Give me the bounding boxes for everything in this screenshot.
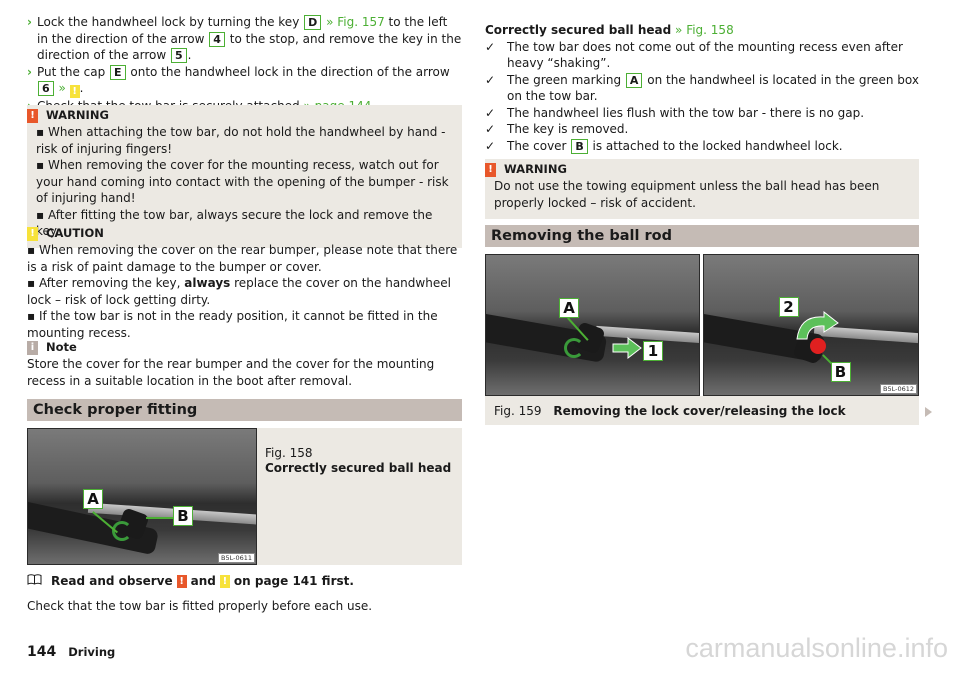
info-icon: i: [27, 340, 38, 355]
warning-title: WARNING: [504, 162, 567, 177]
caution-item: ▪ When removing the cover on the rear bu…: [27, 243, 458, 274]
warning-icon: !: [485, 162, 496, 177]
warning-title: WARNING: [46, 108, 109, 123]
figure-caption: Correctly secured ball head: [265, 461, 452, 475]
note-block: i Note Store the cover for the rear bump…: [27, 339, 462, 389]
warning-text: Do not use the towing equipment unless t…: [494, 179, 880, 210]
green-curved-arrow-icon: [794, 310, 840, 346]
checklist-item: ✓ The cover B is attached to the locked h…: [485, 138, 843, 154]
continue-arrow-icon[interactable]: [925, 407, 932, 417]
book-icon: [27, 573, 43, 590]
callout-box-6: 6: [38, 81, 54, 96]
caution-icon: !: [27, 226, 38, 241]
warning-box-right: ! WARNING Do not use the towing equipmen…: [485, 159, 919, 219]
warning-item: ▪ When attaching the tow bar, do not hol…: [36, 125, 446, 156]
warning-icon: !: [176, 574, 187, 588]
watermark: carmanualsonline.info: [685, 633, 948, 663]
caution-block: ! CAUTION ▪ When removing the cover on t…: [27, 225, 462, 341]
caution-ref-link[interactable]: »: [55, 81, 70, 95]
warning-icon: !: [27, 108, 38, 123]
page-section: Driving: [68, 645, 116, 659]
step-put-cap: › Put the cap E onto the handwheel lock …: [27, 64, 450, 98]
check-list-block: Correctly secured ball head » Fig. 158 ✓…: [485, 22, 919, 154]
image-code: B5L-0611: [218, 553, 255, 563]
section-heading-check-fitting: Check proper fitting: [27, 399, 462, 421]
fig-157-link[interactable]: » Fig. 157: [322, 15, 385, 29]
caution-icon: !: [219, 574, 230, 588]
caution-icon: !: [69, 85, 80, 98]
callout-b: B: [830, 362, 851, 382]
figure-number: Fig. 159: [494, 404, 542, 418]
figure-158-caption: Fig. 158 Correctly secured ball head: [257, 428, 451, 565]
figure-159-image-right: 2 B B5L-0612: [702, 254, 919, 396]
read-observe-line: Read and observe ! and ! on page 141 fir…: [27, 573, 354, 590]
checkmark-icon: ✓: [485, 72, 496, 87]
figure-number: Fig. 158: [265, 446, 313, 460]
callout-1: 1: [643, 341, 663, 361]
green-marking: [564, 338, 584, 358]
step-lock-handwheel: › Lock the handwheel lock by turning the…: [27, 15, 462, 63]
section-heading-removing-ball-rod: Removing the ball rod: [485, 225, 919, 247]
figure-159-image-left: A 1: [485, 254, 700, 396]
checkmark-icon: ✓: [485, 122, 496, 136]
callout-box-d: D: [304, 15, 322, 30]
checkmark-icon: ✓: [485, 39, 496, 54]
body-text: Check that the tow bar is fitted properl…: [27, 599, 373, 613]
checkmark-icon: ✓: [485, 105, 496, 120]
callout-b: B: [173, 506, 193, 526]
figure-158: A B B5L-0611 Fig. 158 Correctly secured …: [27, 428, 462, 565]
callout-a: A: [83, 489, 103, 509]
green-arrow-right-icon: [612, 336, 642, 364]
step-chevron-icon: ›: [27, 15, 32, 29]
caution-item: ▪ After removing the key, always replace…: [27, 276, 451, 307]
checklist-item: ✓ The handwheel lies flush with the tow b…: [485, 105, 865, 120]
image-code: B5L-0612: [880, 384, 917, 394]
callout-box-a: A: [625, 72, 643, 88]
fig-158-link[interactable]: » Fig. 158: [671, 23, 734, 37]
figure-159: A 1 2 B B5L-0612 Fig. 159 Removing the l…: [485, 254, 919, 425]
page-footer: 144 Driving: [27, 644, 115, 661]
callout-2: 2: [778, 297, 799, 317]
checklist: ✓ The tow bar does not come out of the mo…: [485, 39, 919, 155]
callout-box-e: E: [110, 64, 126, 80]
caution-item: ▪ If the tow bar is not in the ready pos…: [27, 309, 438, 340]
checklist-item: ✓ The key is removed.: [485, 122, 629, 136]
checkmark-icon: ✓: [485, 138, 496, 153]
figure-caption: Removing the lock cover/releasing the lo…: [553, 404, 846, 418]
checklist-item: ✓ The green marking A on the handwheel is…: [485, 72, 919, 103]
caution-title: CAUTION: [46, 226, 104, 241]
check-heading: Correctly secured ball head: [485, 23, 672, 37]
warning-item: ▪ When removing the cover for the mounti…: [36, 158, 449, 205]
step-chevron-icon: ›: [27, 64, 32, 79]
instruction-steps: › Lock the handwheel lock by turning the…: [27, 14, 462, 115]
callout-a: A: [559, 298, 579, 318]
page-number: 144: [27, 644, 57, 660]
checklist-item: ✓ The tow bar does not come out of the mo…: [485, 39, 903, 71]
callout-box-5: 5: [171, 48, 187, 63]
note-text: Store the cover for the rear bumper and …: [27, 357, 435, 388]
figure-159-caption: Fig. 159 Removing the lock cover/releasi…: [485, 396, 919, 420]
callout-box-b: B: [571, 138, 588, 154]
figure-158-image: A B B5L-0611: [27, 428, 257, 565]
note-title: Note: [46, 340, 77, 355]
callout-box-4: 4: [209, 31, 225, 47]
